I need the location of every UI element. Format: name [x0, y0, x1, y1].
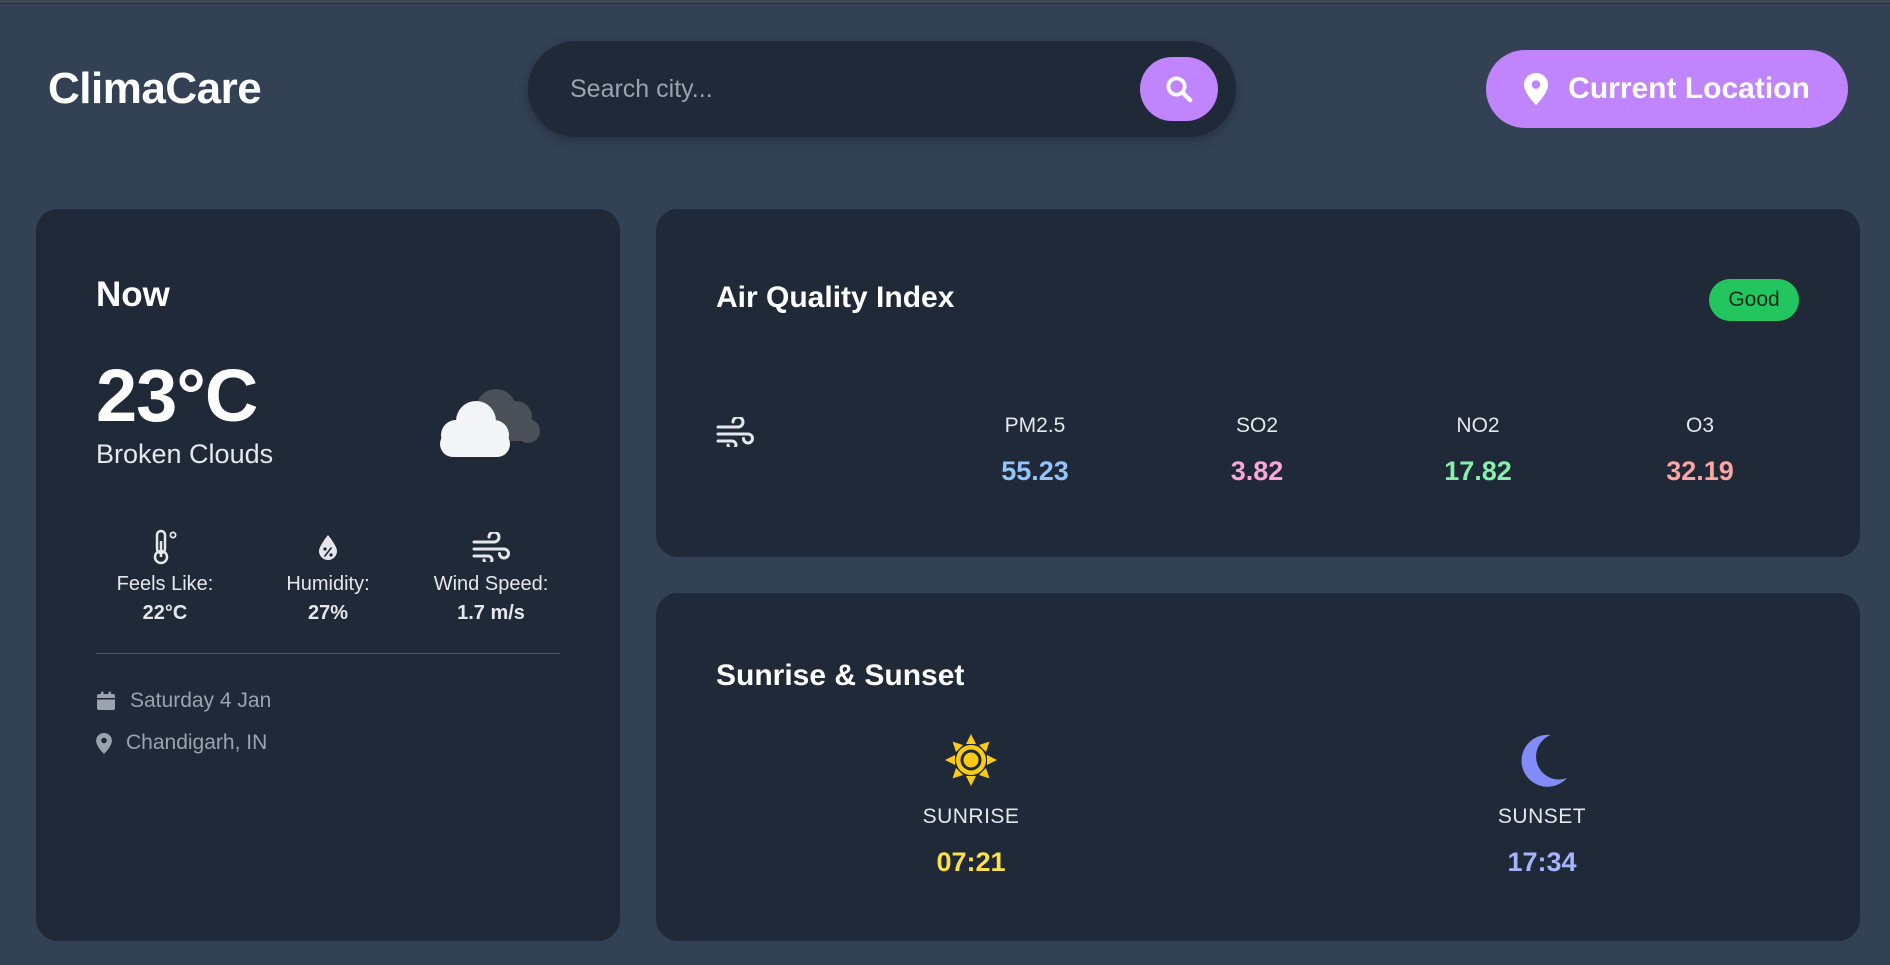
humidity-stat: Humidity: 27%	[253, 527, 403, 625]
sunset-block: SUNSET 17:34	[1442, 729, 1642, 878]
window-top-edge	[0, 0, 1890, 4]
sun-title: Sunrise & Sunset	[716, 659, 965, 692]
weather-condition: Broken Clouds	[96, 439, 274, 469]
current-location-button[interactable]: Current Location	[1486, 50, 1848, 128]
search-icon	[1166, 76, 1193, 103]
sunrise-sunset-card: Sunrise & Sunset SUNRISE 07:21 SUNSET 17…	[656, 593, 1860, 941]
search-bar	[528, 41, 1236, 137]
divider	[96, 653, 560, 654]
location-row: Chandigarh, IN	[96, 731, 267, 755]
aqi-pm25: PM2.5 55.23	[955, 414, 1115, 487]
thermometer-icon	[153, 529, 177, 565]
wind-speed-stat: Wind Speed: 1.7 m/s	[416, 527, 566, 625]
date-row: Saturday 4 Jan	[96, 689, 271, 713]
location-pin-icon	[96, 732, 112, 754]
sun-icon	[945, 734, 997, 786]
current-weather-card: Now 23°C Broken Clouds Feels Like: 22°C	[36, 209, 620, 941]
aqi-no2-label: NO2	[1456, 414, 1500, 437]
aqi-o3-value: 32.19	[1666, 456, 1734, 486]
wind-icon	[716, 417, 754, 447]
air-quality-card: Air Quality Index Good PM2.5 55.23 SO2 3…	[656, 209, 1860, 557]
humidity-drop-icon	[319, 535, 337, 560]
current-location-label: Current Location	[1568, 72, 1810, 105]
sunrise-time: 07:21	[936, 847, 1006, 877]
aqi-no2: NO2 17.82	[1398, 414, 1558, 487]
current-date: Saturday 4 Jan	[130, 689, 272, 712]
calendar-icon	[97, 691, 115, 710]
app-logo: ClimaCare	[48, 64, 262, 113]
humidity-value: 27%	[307, 602, 349, 624]
sunset-time: 17:34	[1507, 847, 1577, 877]
wind-icon	[472, 532, 510, 562]
current-location: Chandigarh, IN	[126, 731, 268, 754]
sunset-label: SUNSET	[1497, 805, 1587, 828]
current-temperature: 23°C	[96, 354, 258, 437]
aqi-so2: SO2 3.82	[1177, 414, 1337, 487]
sunrise-block: SUNRISE 07:21	[871, 729, 1071, 878]
aqi-so2-label: SO2	[1235, 414, 1279, 437]
sunrise-label: SUNRISE	[922, 805, 1020, 828]
wind-speed-label: Wind Speed:	[433, 573, 549, 595]
feels-like-label: Feels Like:	[116, 573, 214, 595]
aqi-pm25-label: PM2.5	[1004, 414, 1066, 437]
aqi-status-badge: Good	[1709, 279, 1799, 321]
feels-like-value: 22°C	[142, 602, 188, 624]
location-pin-icon	[1524, 73, 1549, 105]
aqi-o3: O3 32.19	[1620, 414, 1780, 487]
moon-icon	[1521, 734, 1567, 787]
broken-clouds-icon	[440, 389, 540, 457]
aqi-o3-label: O3	[1685, 414, 1714, 437]
search-button[interactable]	[1140, 57, 1218, 121]
aqi-no2-value: 17.82	[1444, 456, 1512, 486]
wind-speed-value: 1.7 m/s	[457, 602, 525, 624]
humidity-label: Humidity:	[286, 573, 370, 595]
now-title: Now	[96, 275, 170, 314]
search-input[interactable]	[570, 65, 1090, 113]
aqi-title: Air Quality Index	[716, 281, 955, 314]
feels-like-stat: Feels Like: 22°C	[90, 527, 240, 625]
aqi-so2-value: 3.82	[1230, 456, 1284, 486]
aqi-pm25-value: 55.23	[1001, 456, 1069, 486]
